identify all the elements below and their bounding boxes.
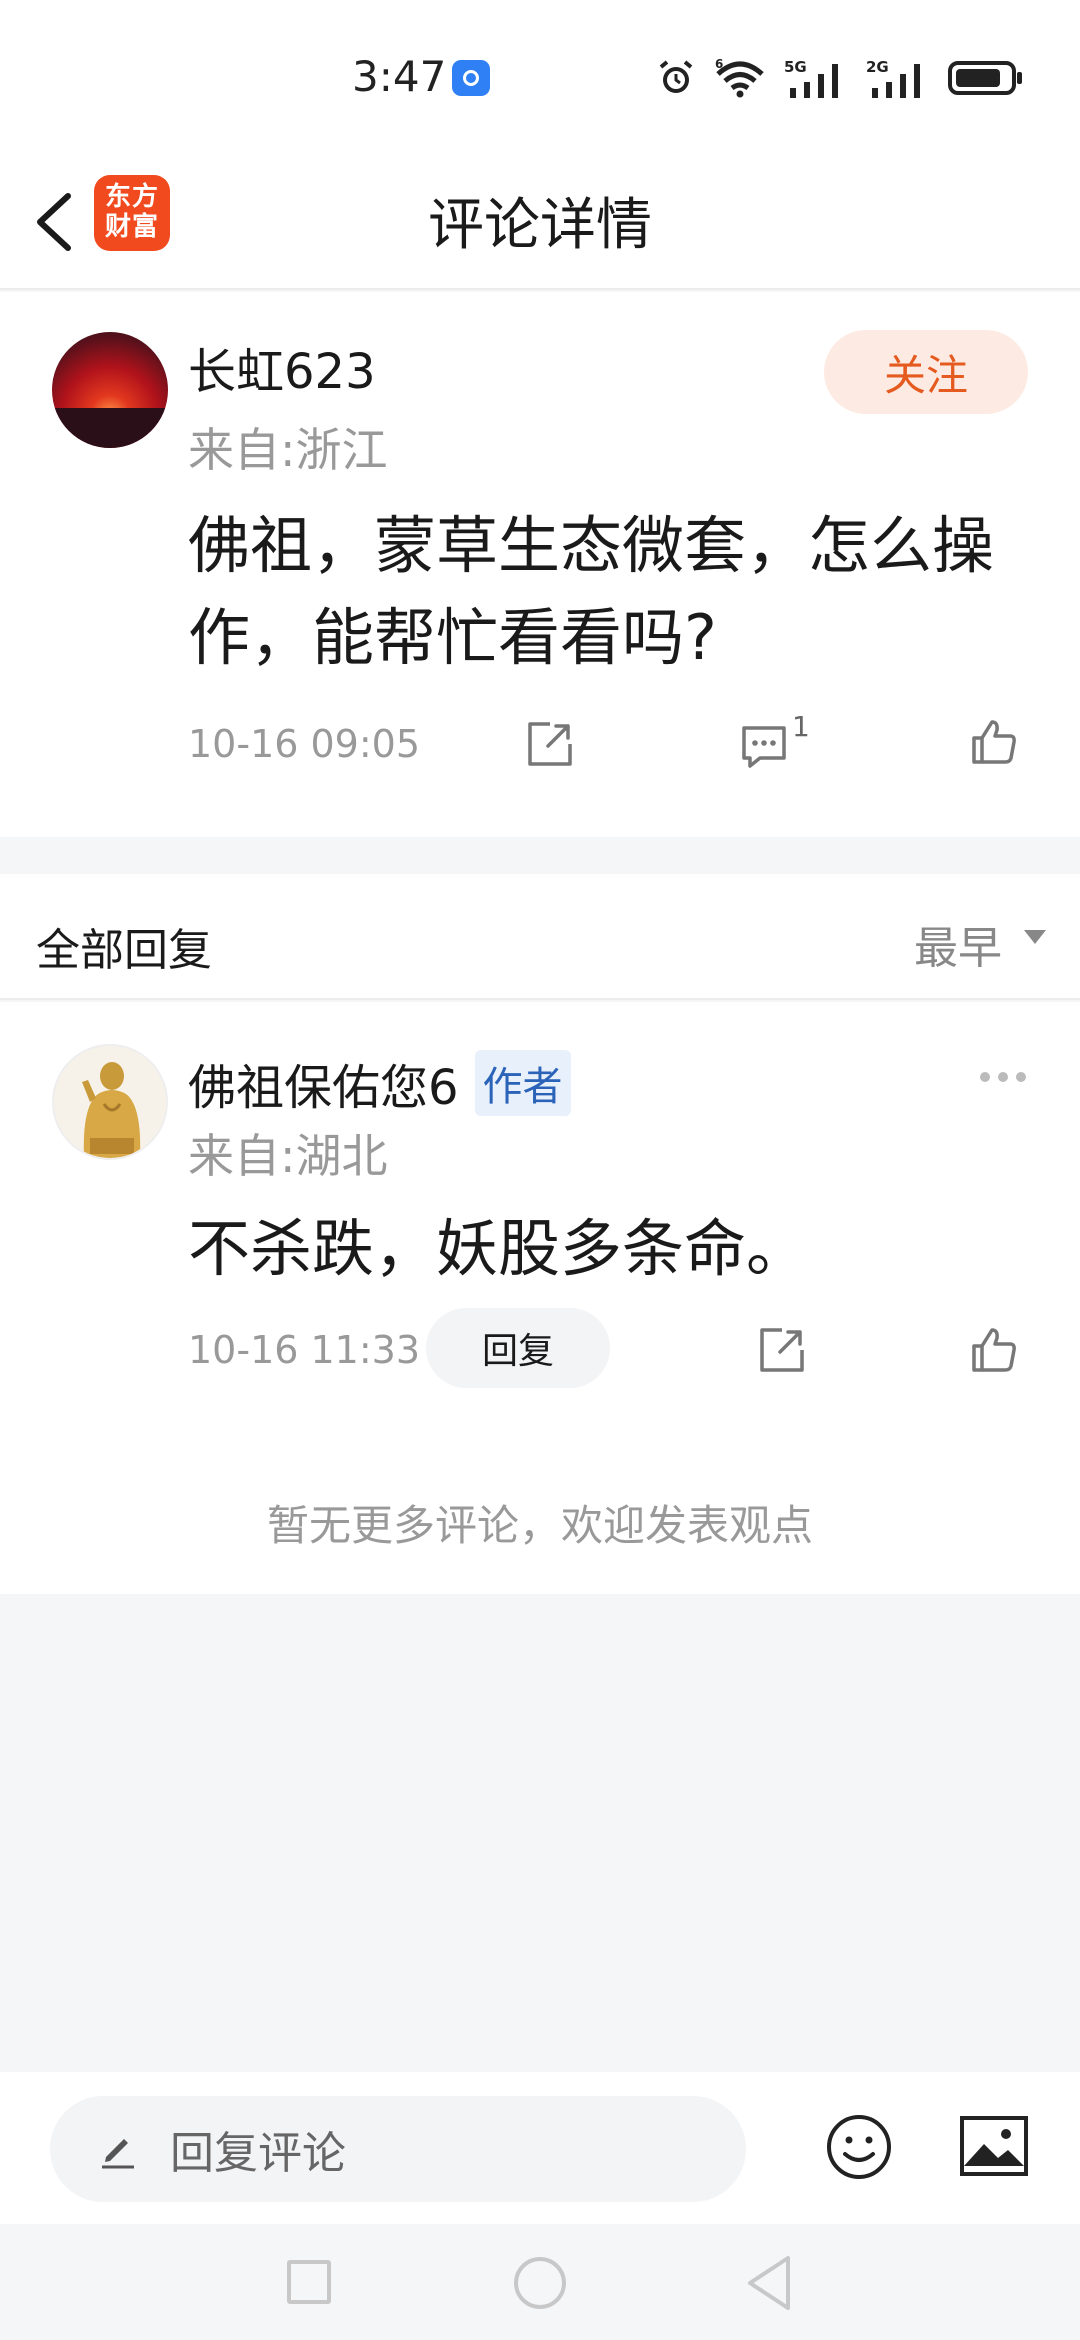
all-replies-title: 全部回复 <box>36 925 212 976</box>
home-button[interactable] <box>514 2257 566 2309</box>
comment-timestamp: 10-16 09:05 <box>188 722 421 766</box>
system-navigation-bar <box>0 2224 1080 2340</box>
alarm-icon <box>659 60 693 93</box>
svg-text:6: 6 <box>715 58 723 71</box>
wifi-icon: 6 <box>715 58 764 98</box>
like-icon[interactable] <box>968 1324 1020 1376</box>
bottom-input-bar: 回复评论 <box>0 2072 1080 2224</box>
reply-button[interactable]: 回复 <box>426 1308 610 1388</box>
status-icons: 6 5G 2G <box>656 56 1024 100</box>
signal-2g-icon: 2G <box>866 58 920 98</box>
battery-icon <box>948 61 1022 95</box>
emoji-icon[interactable] <box>824 2112 894 2182</box>
recent-apps-button[interactable] <box>287 2260 331 2304</box>
svg-text:5G: 5G <box>784 58 807 76</box>
reply-list: 佛祖保佑您6 作者 来自:湖北 不杀跌，妖股多条命。 10-16 11:33 回… <box>0 1002 1080 1594</box>
reply-comment-input[interactable]: 回复评论 <box>50 2096 746 2202</box>
avatar[interactable] <box>52 332 168 448</box>
comment-username[interactable]: 长虹623 <box>188 332 376 402</box>
reply-location: 来自:湖北 <box>188 1129 388 1183</box>
reply-timestamp: 10-16 11:33 <box>188 1328 421 1372</box>
comment-text: 佛祖，蒙草生态微套，怎么操作，能帮忙看看吗? <box>188 509 995 674</box>
comment-location: 来自:浙江 <box>188 423 388 477</box>
status-time: 3:47 <box>352 52 447 101</box>
main-comment-card: 长虹623 来自:浙江 关注 佛祖，蒙草生态微套，怎么操作，能帮忙看看吗? 10… <box>0 292 1080 837</box>
signal-5g-icon: 5G <box>784 58 838 98</box>
share-icon[interactable] <box>524 718 576 770</box>
comment-icon[interactable] <box>738 720 790 772</box>
reply-count-badge: 1 <box>792 710 810 743</box>
app-notification-icon <box>452 60 490 96</box>
reply-username-row: 佛祖保佑您6 作者 <box>188 1048 571 1118</box>
page-title: 评论详情 <box>428 193 652 258</box>
share-icon[interactable] <box>756 1324 808 1376</box>
follow-button[interactable]: 关注 <box>824 330 1028 414</box>
buddha-avatar-image <box>54 1046 166 1158</box>
no-more-comments-text: 暂无更多评论，欢迎发表观点 <box>266 1501 813 1550</box>
svg-text:2G: 2G <box>866 58 889 76</box>
more-options-icon[interactable] <box>980 1072 1026 1082</box>
reply-text: 不杀跌，妖股多条命。 <box>188 1212 809 1285</box>
avatar[interactable] <box>52 1044 168 1160</box>
chevron-down-icon[interactable] <box>1024 930 1046 944</box>
author-badge: 作者 <box>474 1050 571 1116</box>
system-back-icon[interactable] <box>744 2254 794 2312</box>
pencil-icon <box>102 2139 134 2169</box>
top-navigation-bar: 东方 财富 评论详情 <box>0 150 1080 290</box>
reply-input-placeholder: 回复评论 <box>170 2128 346 2179</box>
like-icon[interactable] <box>968 716 1020 768</box>
reply-username[interactable]: 佛祖保佑您6 <box>188 1048 459 1118</box>
replies-header: 全部回复 最早 <box>0 874 1080 1000</box>
image-icon[interactable] <box>958 2114 1030 2178</box>
status-bar: 3:47 6 5G 2G <box>0 0 1080 150</box>
sort-dropdown[interactable]: 最早 <box>914 912 1002 976</box>
